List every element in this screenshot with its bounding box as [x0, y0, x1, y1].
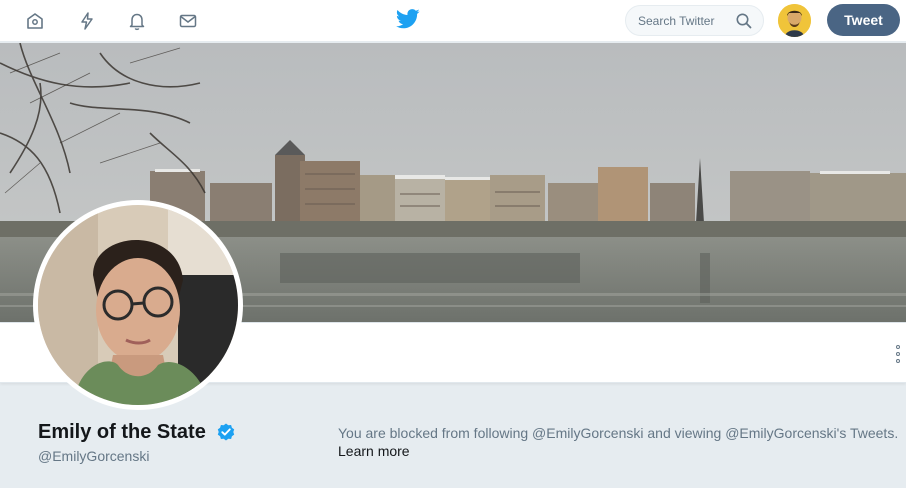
profile-avatar[interactable] — [33, 200, 243, 410]
learn-more-link[interactable]: Learn more — [338, 443, 410, 459]
blocked-message: You are blocked from following @EmilyGor… — [338, 425, 899, 441]
moments-icon[interactable] — [76, 10, 98, 32]
notifications-icon[interactable] — [126, 10, 148, 32]
tweet-button[interactable]: Tweet — [827, 4, 900, 36]
messages-icon[interactable] — [177, 10, 199, 32]
home-icon[interactable] — [24, 10, 46, 32]
search-box — [625, 5, 764, 36]
profile-handle: @EmilyGorcenski — [38, 448, 150, 464]
verified-badge-icon — [217, 423, 235, 441]
user-avatar[interactable] — [778, 4, 811, 37]
top-nav: Tweet — [0, 0, 906, 42]
search-input[interactable] — [638, 13, 734, 29]
search-icon[interactable] — [735, 12, 753, 30]
twitter-bird-icon[interactable] — [395, 9, 420, 31]
more-options-icon[interactable] — [894, 345, 902, 363]
profile-name: Emily of the State — [38, 421, 206, 443]
